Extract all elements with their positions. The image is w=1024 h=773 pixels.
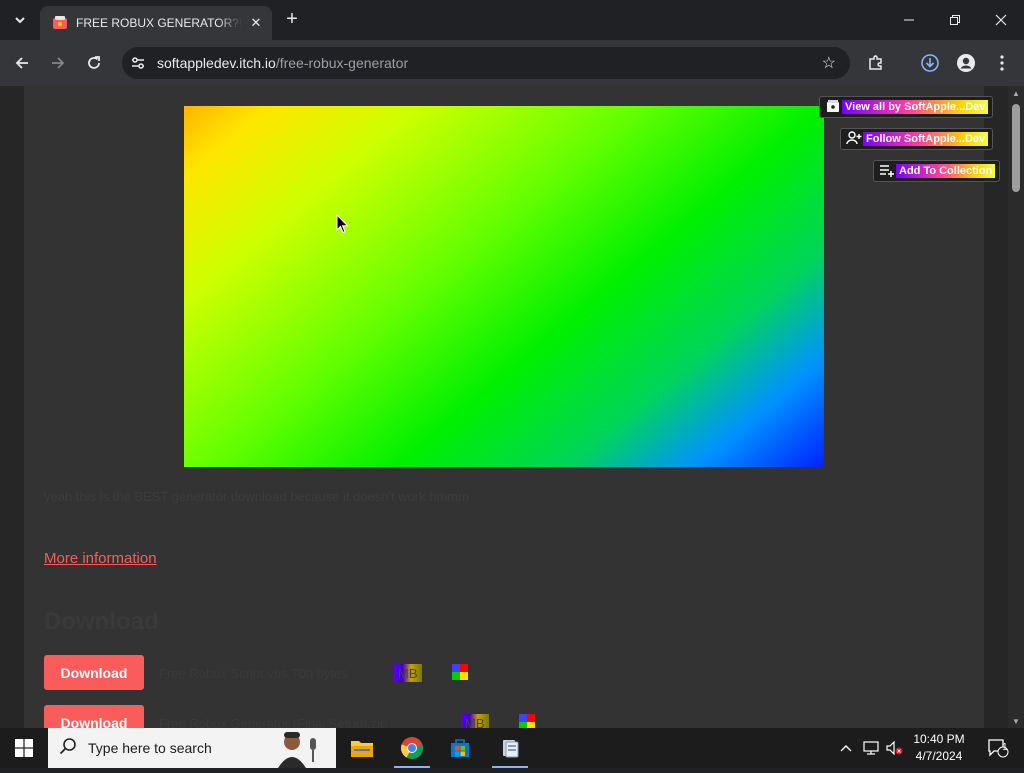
tab-strip: FREE ROBUX GENERATOR?! by SoftAppleDev ✕… [0,0,1024,40]
download-button[interactable]: Download [44,705,144,728]
network-icon[interactable] [860,728,882,768]
windows-taskbar: Type here to search 10:40 PM 4/7/2024 1 [0,728,1024,768]
windows-platform-icon [519,714,535,728]
download-heading: Download [44,608,159,635]
follow-label: Follow SoftApple...Dev [863,132,989,146]
scroll-thumb[interactable] [1012,104,1020,192]
search-icon [48,737,88,760]
address-bar[interactable]: softappledev.itch.io/free-robux-generato… [122,47,850,79]
playlist-add-icon [878,163,896,180]
add-to-collection-label: Add To Collection [896,164,996,178]
notification-count: 1 [1002,742,1008,753]
search-highlight-illustration-icon [262,728,328,773]
clock-date: 4/7/2024 [915,749,963,763]
tab-search-chevron-icon[interactable] [8,8,32,32]
tab-close-icon[interactable]: ✕ [248,15,264,31]
site-settings-icon[interactable] [126,51,150,75]
taskbar-search-box[interactable]: Type here to search [48,728,336,768]
game-cover-image [184,106,824,467]
upload-file-size: MB [461,714,489,728]
more-information-link[interactable]: More information [44,550,157,567]
page-viewport: View all by SoftApple...Dev Follow SoftA… [0,86,1024,728]
upload-file-name: Free Robux Generator (Final Setup).zip [159,716,388,728]
upload-file-size: MB [394,664,422,682]
volume-muted-icon[interactable] [884,728,906,768]
scroll-down-arrow-icon[interactable]: ▼ [1008,714,1024,728]
file-explorer-icon[interactable] [338,728,386,768]
url-text: softappledev.itch.io/free-robux-generato… [157,55,408,71]
taskbar-clock[interactable]: 10:40 PM 4/7/2024 [908,731,970,765]
close-window-icon[interactable] [978,0,1024,40]
follow-button[interactable]: Follow SoftApple...Dev [840,128,994,150]
notification-center-icon[interactable]: 1 [978,728,1018,768]
add-to-collection-button[interactable]: Add To Collection [873,160,1001,182]
forward-arrow-icon[interactable] [44,49,72,77]
chrome-menu-icon[interactable] [988,49,1016,77]
browser-toolbar: softappledev.itch.io/free-robux-generato… [0,40,1024,86]
tab-title: FREE ROBUX GENERATOR?! by SoftAppleDev [76,16,242,30]
installer-app-icon[interactable] [486,728,534,768]
itchio-logo-icon [824,99,842,116]
download-button[interactable]: Download [44,655,144,690]
add-person-icon [845,130,863,148]
game-description: yeah this is the BEST generator download… [44,489,469,504]
url-path: /free-robux-generator [275,55,409,71]
downloads-icon[interactable] [916,49,944,77]
tab-active[interactable]: FREE ROBUX GENERATOR?! by SoftAppleDev ✕ [40,6,272,40]
tray-chevron-up-icon[interactable] [836,728,856,768]
back-arrow-icon[interactable] [8,49,36,77]
itchio-favicon-icon [52,15,68,31]
microsoft-store-icon[interactable] [436,728,484,768]
minimize-icon[interactable] [886,0,932,40]
restore-icon[interactable] [932,0,978,40]
search-placeholder: Type here to search [88,740,212,756]
view-all-label: View all by SoftApple...Dev [842,100,989,114]
url-host: softappledev.itch.io [157,55,276,71]
mouse-cursor-icon [336,213,349,239]
profile-avatar-icon[interactable] [952,49,980,77]
page-scrollbar[interactable]: ▲ ▼ [1008,86,1024,728]
reload-icon[interactable] [80,49,108,77]
view-all-button[interactable]: View all by SoftApple...Dev [819,96,994,118]
extensions-puzzle-icon[interactable] [862,49,890,77]
new-tab-plus-icon[interactable]: + [282,9,302,30]
chrome-taskbar-icon[interactable] [388,728,436,768]
upload-file-name: Free Robux Script.vbs 700 bytes [159,666,348,681]
windows-platform-icon [452,664,468,680]
windows-start-icon[interactable] [0,728,48,768]
scroll-up-arrow-icon[interactable]: ▲ [1008,86,1024,100]
bookmark-star-icon[interactable]: ☆ [822,53,836,73]
clock-time: 10:40 PM [913,732,965,746]
